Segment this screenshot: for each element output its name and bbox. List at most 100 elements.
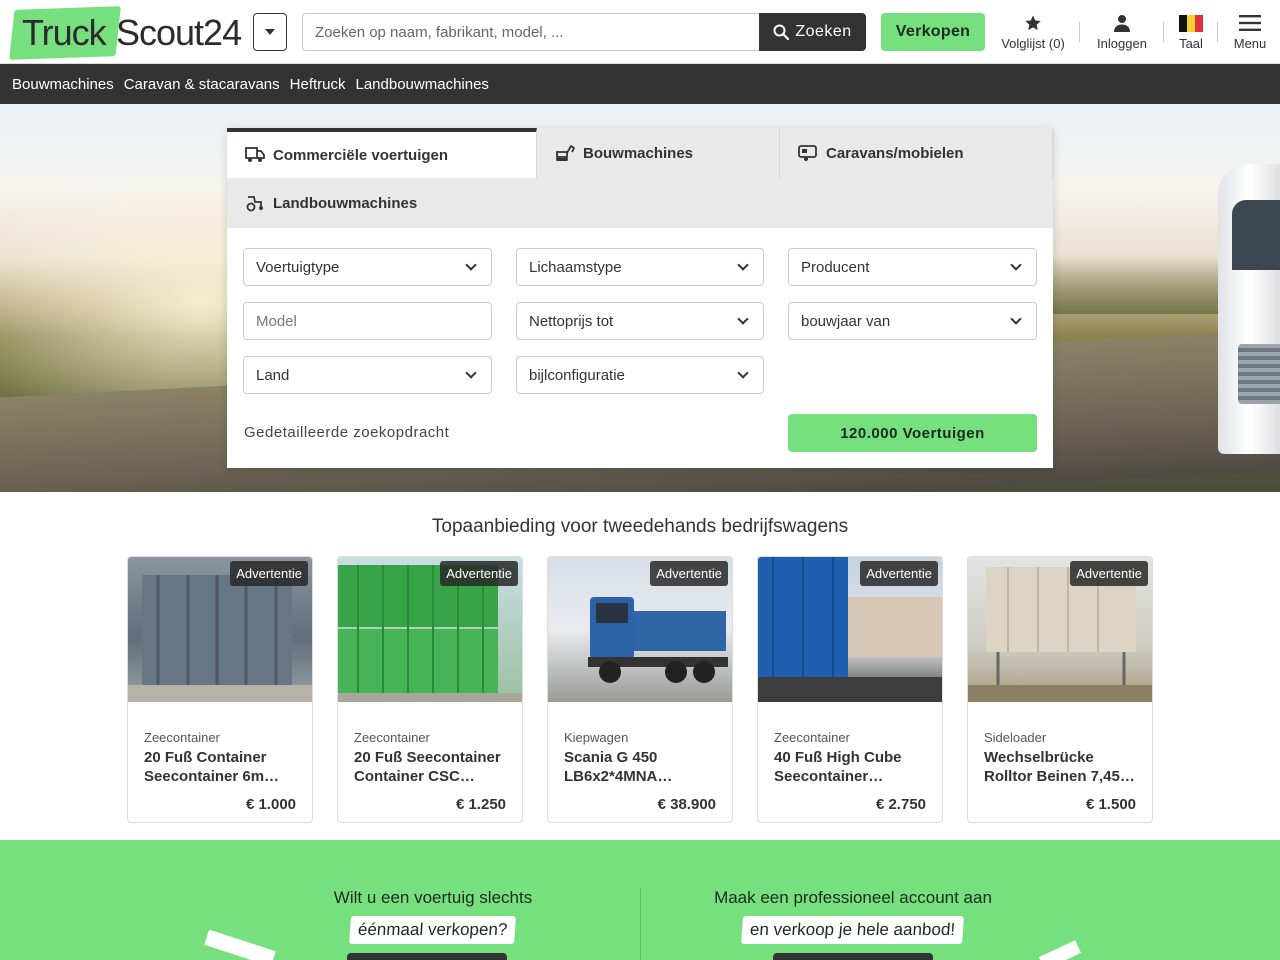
header-divider [1079, 22, 1080, 42]
hamburger-menu-icon [1239, 12, 1261, 34]
year-from-select[interactable]: bouwjaar van [788, 302, 1037, 340]
tab-construction-machines[interactable]: Bouwmachines [537, 128, 780, 178]
category-link-heftruck[interactable]: Heftruck [290, 76, 346, 93]
select-value: Producent [801, 258, 870, 276]
logo-text-scout: Scout24 [116, 12, 242, 53]
advertisement-badge: Advertentie [860, 561, 938, 586]
net-price-select[interactable]: Nettoprijs tot [516, 302, 764, 340]
search-button[interactable]: Zoeken [759, 13, 866, 51]
chevron-down-icon [465, 367, 477, 379]
tab-agricultural-machines[interactable]: Landbouwmachines [227, 178, 477, 228]
offer-type: Kiepwagen [564, 730, 629, 745]
select-value: Lichaamstype [529, 258, 622, 276]
body-type-select[interactable]: Lichaamstype [516, 248, 764, 286]
country-select[interactable]: Land [243, 356, 492, 394]
offer-card[interactable]: Advertentie Sideloader Wechselbrücke Rol… [967, 556, 1153, 823]
offer-title: 40 Fuß High Cube Seecontainer… [774, 749, 902, 785]
dealer-question: Maak een professioneel account aan [714, 888, 992, 907]
search-icon [773, 24, 790, 40]
create-account-button[interactable] [773, 953, 933, 960]
star-icon [1024, 12, 1042, 34]
sell-once-button[interactable] [347, 953, 507, 960]
truck-windshield [1232, 200, 1280, 270]
axle-config-select[interactable]: bijlconfiguratie [516, 356, 764, 394]
watchlist-link[interactable]: Volglijst (0) [999, 12, 1067, 56]
header-divider [1163, 22, 1164, 42]
private-seller-block: Wilt u een voertuig slechts éénmaal verk… [300, 888, 566, 944]
tab-label: Commerciële voertuigen [273, 146, 449, 164]
header-divider [1217, 22, 1218, 42]
producer-select[interactable]: Producent [788, 248, 1037, 286]
tab-commercial-vehicles[interactable]: Commerciële voertuigen [227, 128, 537, 178]
advertisement-badge: Advertentie [1070, 561, 1148, 586]
logo-text-truck: Truck [22, 12, 107, 53]
advertisement-badge: Advertentie [650, 561, 728, 586]
truck-grill [1238, 344, 1280, 404]
offer-card[interactable]: Advertentie Zeecontainer 20 Fuß Seeconta… [337, 556, 523, 823]
vehicle-type-select[interactable]: Voertuigtype [243, 248, 492, 286]
watchlist-label: Volglijst (0) [1001, 36, 1065, 51]
language-selector[interactable]: Taal [1176, 12, 1206, 56]
model-input[interactable]: Model [243, 302, 492, 340]
offer-title: Scania G 450 LB6x2*4MNA… [564, 749, 673, 785]
search-input[interactable] [302, 13, 762, 51]
van-icon [245, 147, 265, 162]
tab-caravans[interactable]: Caravans/mobielen [780, 128, 1053, 178]
menu-label: Menu [1233, 36, 1267, 51]
detailed-search-link[interactable]: Gedetailleerde zoekopdracht [244, 424, 449, 441]
model-placeholder: Model [256, 312, 297, 330]
decorative-stripe [204, 929, 276, 960]
offer-type: Zeecontainer [774, 730, 850, 745]
hero-truck-cab [1218, 164, 1280, 454]
offer-title: 20 Fuß Seecontainer Container CSC… [354, 749, 501, 785]
offer-price: € 1.250 [455, 796, 506, 813]
tab-label: Caravans/mobielen [826, 144, 964, 162]
chevron-down-icon [737, 367, 749, 379]
offer-price: € 1.000 [245, 796, 296, 813]
user-icon [1114, 12, 1130, 34]
chevron-down-icon [1010, 259, 1022, 271]
category-link-bouwmachines[interactable]: Bouwmachines [12, 76, 114, 93]
excavator-icon [556, 144, 575, 161]
vehicle-search-panel: Commerciële voertuigen Bouwmachines Cara… [227, 128, 1053, 468]
category-link-landbouwmachines[interactable]: Landbouwmachines [356, 76, 489, 93]
chevron-down-icon [1010, 313, 1022, 325]
category-dropdown-button[interactable] [253, 13, 287, 51]
caret-down-icon [265, 29, 275, 35]
login-link[interactable]: Inloggen [1092, 12, 1152, 56]
offer-card[interactable]: Advertentie Zeecontainer 20 Fuß Containe… [127, 556, 313, 823]
tractor-icon [246, 196, 263, 212]
select-value: Voertuigtype [256, 258, 340, 276]
top-offers-heading: Topaanbieding voor tweedehands bedrijfsw… [431, 516, 849, 537]
search-tabs: Commerciële voertuigen Bouwmachines Cara… [227, 128, 1053, 228]
chevron-down-icon [737, 313, 749, 325]
offer-type: Zeecontainer [354, 730, 430, 745]
site-header: Truck Scout24 Zoeken Verkopen Volglijst … [0, 0, 1280, 64]
chevron-down-icon [737, 259, 749, 271]
tab-label: Bouwmachines [583, 144, 694, 162]
offer-title: 20 Fuß Container Seecontainer 6m… [144, 749, 280, 785]
show-results-button[interactable]: 120.000 Voertuigen [788, 414, 1037, 452]
private-seller-highlight: éénmaal verkopen? [349, 916, 517, 944]
language-label: Taal [1179, 36, 1203, 51]
chevron-down-icon [465, 259, 477, 271]
dealer-highlight: en verkoop je hele aanbod! [741, 916, 965, 944]
select-value: bouwjaar van [801, 312, 891, 330]
offer-card[interactable]: Advertentie Zeecontainer 40 Fuß High Cub… [757, 556, 943, 823]
offer-card[interactable]: Advertentie Kiepwagen Scania G 450 LB6x2… [547, 556, 733, 823]
advertisement-badge: Advertentie [440, 561, 518, 586]
offer-type: Zeecontainer [144, 730, 220, 745]
belgium-flag-icon [1179, 12, 1203, 34]
sell-button[interactable]: Verkopen [881, 13, 985, 51]
select-value: Land [256, 366, 290, 384]
offer-type: Sideloader [984, 730, 1047, 745]
decorative-stripe [1038, 940, 1082, 960]
dealer-block: Maak een professioneel account aan en ve… [690, 888, 1016, 944]
menu-button[interactable]: Menu [1230, 12, 1270, 56]
caravan-icon [798, 145, 817, 161]
tab-label: Landbouwmachines [273, 194, 418, 212]
category-link-caravan[interactable]: Caravan & stacaravans [124, 76, 280, 93]
login-label: Inloggen [1097, 36, 1147, 51]
truckscout24-logo[interactable]: Truck Scout24 [9, 6, 242, 60]
offer-price: € 2.750 [875, 796, 926, 813]
